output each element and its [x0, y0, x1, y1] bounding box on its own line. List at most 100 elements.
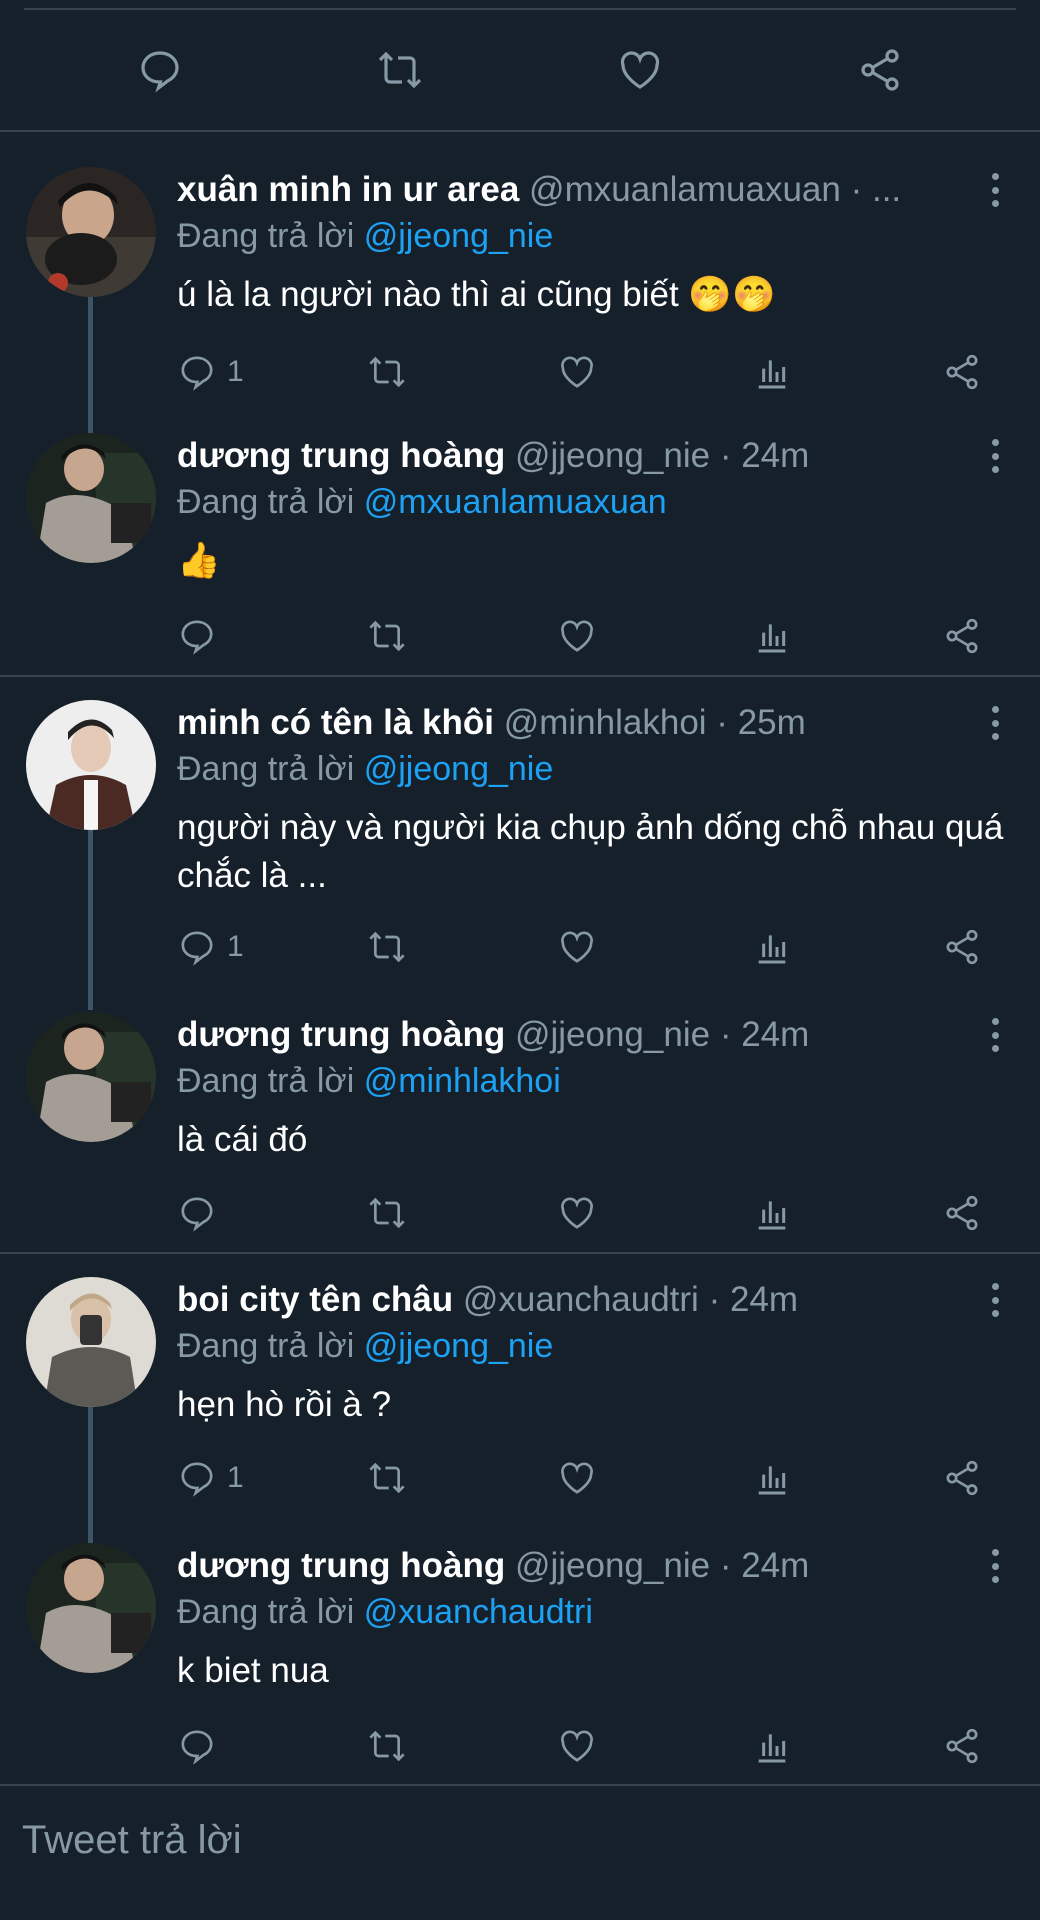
avatar[interactable]: [26, 1012, 156, 1142]
reply-button[interactable]: 1: [177, 927, 367, 967]
separator-dot: ·: [719, 436, 732, 475]
share-button[interactable]: [942, 352, 982, 392]
analytics-button[interactable]: [752, 1726, 942, 1766]
reply-mention[interactable]: @minhlakhoi: [364, 1062, 561, 1100]
like-icon: [561, 620, 593, 652]
reply-count: 1: [227, 1461, 244, 1494]
share-icon: [861, 49, 899, 91]
retweet-button[interactable]: [367, 616, 557, 656]
avatar[interactable]: [26, 1543, 156, 1673]
analytics-icon: [758, 1201, 786, 1230]
share-button[interactable]: [942, 1726, 982, 1766]
like-icon: [561, 1730, 593, 1762]
reply-button[interactable]: [177, 1193, 367, 1233]
like-button[interactable]: [557, 1726, 752, 1766]
more-options-icon[interactable]: [990, 439, 1000, 473]
reply-icon: [181, 356, 213, 391]
reply-count: 1: [227, 355, 244, 388]
compose-divider: [0, 1784, 1040, 1786]
retweet-button[interactable]: [367, 352, 557, 392]
like-button[interactable]: [557, 927, 752, 967]
retweet-icon: [369, 356, 405, 388]
retweet-button[interactable]: [370, 40, 430, 100]
reply-prefix: Đang trả lời: [177, 483, 355, 521]
like-button[interactable]: [557, 616, 752, 656]
reply-prefix: Đang trả lời: [177, 1593, 355, 1631]
share-icon: [946, 1195, 978, 1231]
reply-prefix: Đang trả lời: [177, 217, 355, 255]
retweet-icon: [369, 620, 405, 652]
handle[interactable]: @minhlakhoi: [504, 703, 707, 742]
display-name[interactable]: boi city tên châu: [177, 1280, 453, 1319]
avatar[interactable]: [26, 167, 156, 297]
handle[interactable]: @jjeong_nie: [515, 1015, 710, 1054]
reply-compose-input[interactable]: Tweet trả lời: [22, 1818, 242, 1863]
timestamp: 24m: [741, 1015, 810, 1054]
reply-mention[interactable]: @jjeong_nie: [364, 750, 554, 788]
like-button[interactable]: [610, 40, 670, 100]
reply-button[interactable]: 1: [177, 1458, 367, 1498]
handle[interactable]: @mxuanlamuaxuan: [529, 170, 841, 209]
share-button[interactable]: [942, 927, 982, 967]
thread-connector: [88, 295, 93, 435]
separator-dot: ·: [850, 170, 863, 209]
tweet-text: 👍: [177, 541, 221, 580]
handle[interactable]: @jjeong_nie: [515, 436, 710, 475]
share-button[interactable]: [942, 1458, 982, 1498]
share-icon: [946, 354, 978, 390]
retweet-button[interactable]: [367, 927, 557, 967]
share-icon: [946, 618, 978, 654]
share-button[interactable]: [850, 40, 910, 100]
display-name[interactable]: minh có tên là khôi: [177, 703, 494, 742]
handle[interactable]: @xuanchaudtri: [463, 1280, 699, 1319]
more-options-icon[interactable]: [990, 1549, 1000, 1583]
tweet-text: k biet nua: [177, 1651, 329, 1690]
reply-icon: [181, 1462, 213, 1497]
display-name[interactable]: xuân minh in ur area: [177, 170, 519, 209]
display-name[interactable]: dương trung hoàng: [177, 436, 505, 475]
analytics-button[interactable]: [752, 1193, 942, 1233]
more-options-icon[interactable]: [990, 173, 1000, 207]
reply-button[interactable]: [130, 40, 190, 100]
retweet-icon: [369, 1197, 405, 1229]
avatar[interactable]: [26, 433, 156, 563]
tweet-actions: 1: [177, 1453, 1000, 1503]
reply-icon: [181, 931, 213, 966]
avatar[interactable]: [26, 1277, 156, 1407]
reply-mention[interactable]: @jjeong_nie: [364, 1327, 554, 1365]
share-button[interactable]: [942, 616, 982, 656]
like-button[interactable]: [557, 1458, 752, 1498]
reply-button[interactable]: [177, 616, 367, 656]
analytics-icon: [758, 1466, 786, 1495]
analytics-button[interactable]: [752, 927, 942, 967]
more-options-icon[interactable]: [990, 1283, 1000, 1317]
reply-mention[interactable]: @xuanchaudtri: [364, 1593, 593, 1631]
avatar[interactable]: [26, 700, 156, 830]
reply-icon: [141, 51, 179, 93]
analytics-button[interactable]: [752, 616, 942, 656]
tweet-actions: 1: [177, 347, 1000, 397]
display-name[interactable]: dương trung hoàng: [177, 1546, 505, 1585]
analytics-button[interactable]: [752, 1458, 942, 1498]
reply-button[interactable]: [177, 1726, 367, 1766]
analytics-button[interactable]: [752, 352, 942, 392]
reply-button[interactable]: 1: [177, 352, 367, 392]
like-button[interactable]: [557, 352, 752, 392]
like-button[interactable]: [557, 1193, 752, 1233]
analytics-icon: [758, 624, 786, 653]
display-name[interactable]: dương trung hoàng: [177, 1015, 505, 1054]
retweet-button[interactable]: [367, 1193, 557, 1233]
retweet-icon: [369, 1730, 405, 1762]
retweet-button[interactable]: [367, 1726, 557, 1766]
retweet-button[interactable]: [367, 1458, 557, 1498]
more-options-icon[interactable]: [990, 1018, 1000, 1052]
share-icon: [946, 1460, 978, 1496]
share-button[interactable]: [942, 1193, 982, 1233]
reply-mention[interactable]: @mxuanlamuaxuan: [364, 483, 667, 521]
like-icon: [561, 1197, 593, 1229]
more-options-icon[interactable]: [990, 706, 1000, 740]
handle[interactable]: @jjeong_nie: [515, 1546, 710, 1585]
reply-mention[interactable]: @jjeong_nie: [364, 217, 554, 255]
top-divider: [24, 8, 1016, 10]
separator-dot: ·: [716, 703, 728, 742]
